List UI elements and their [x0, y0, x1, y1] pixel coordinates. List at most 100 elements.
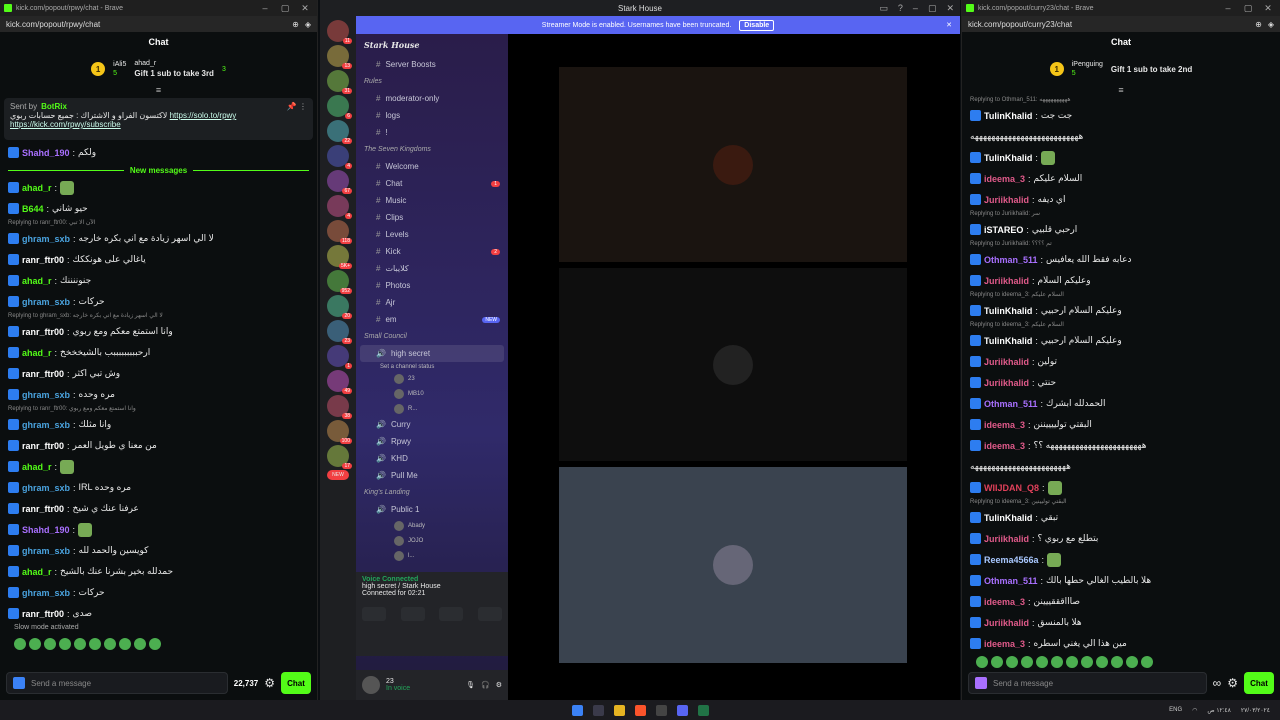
channel-item[interactable]: # em NEW [356, 311, 508, 328]
emote-icon[interactable] [74, 638, 86, 650]
server-icon[interactable]: 5K+ [327, 245, 352, 269]
close-icon[interactable]: ✕ [1260, 3, 1276, 14]
server-icon[interactable]: 1 [327, 345, 352, 369]
chat-username[interactable]: ranr_ftr00 [22, 369, 64, 379]
emote-icon[interactable] [1021, 656, 1033, 668]
chat-username[interactable]: iSTAREO [984, 225, 1023, 235]
server-icon[interactable]: 23 [327, 320, 352, 344]
clock-date[interactable]: ٢٧/٠٣/٢٠٢٤ [1241, 707, 1270, 714]
close-icon[interactable]: ✕ [297, 3, 313, 14]
server-new-label[interactable]: NEW [327, 470, 349, 480]
gift-prompt[interactable]: Gift 1 sub to take 3rd [134, 69, 214, 78]
left-url[interactable]: kick.com/popout/rpwy/chat [6, 20, 100, 29]
activity-icon[interactable] [439, 607, 464, 621]
emote-icon[interactable] [29, 638, 41, 650]
emote-icon[interactable] [1081, 656, 1093, 668]
emote-icon[interactable] [134, 638, 146, 650]
gear-icon[interactable]: ⚙ [264, 676, 275, 690]
channel-item[interactable]: # Server Boosts [356, 56, 508, 73]
server-icon[interactable]: 4 [327, 145, 352, 169]
chat-username[interactable]: ideema_3 [984, 174, 1025, 184]
gifter-name[interactable]: iPenguing [1072, 61, 1103, 68]
right-chat-button[interactable]: Chat [1244, 672, 1274, 694]
maximize-icon[interactable]: ▢ [928, 0, 937, 16]
chat-username[interactable]: ghram_sxb [22, 483, 70, 493]
disable-button[interactable]: Disable [739, 19, 775, 31]
emote-icon[interactable] [104, 638, 116, 650]
voice-user[interactable]: MB10 [356, 386, 508, 401]
voice-user[interactable]: JOJO [356, 533, 508, 548]
gear-icon[interactable]: ⚙ [1227, 676, 1238, 690]
screen-share-icon[interactable] [400, 607, 425, 621]
chat-username[interactable]: ahad_r [22, 348, 52, 358]
right-message-input[interactable]: Send a message [968, 672, 1207, 694]
emote-icon[interactable] [119, 638, 131, 650]
gifter-name[interactable]: ahad_r [134, 60, 214, 67]
language-indicator[interactable]: ENG [1169, 707, 1182, 714]
chat-username[interactable]: ideema_3 [984, 441, 1025, 451]
server-icon[interactable]: 100 [327, 420, 352, 444]
emote-icon[interactable] [1066, 656, 1078, 668]
chat-username[interactable]: TulinKhalid [984, 111, 1032, 121]
chat-username[interactable]: Othman_511 [984, 576, 1038, 586]
channel-item[interactable]: # logs [356, 107, 508, 124]
chat-username[interactable]: B644 [22, 204, 44, 214]
chat-username[interactable]: TulinKhalid [984, 153, 1032, 163]
emote-icon[interactable] [1141, 656, 1153, 668]
zoom-icon[interactable]: ⊕ [1255, 20, 1262, 29]
voice-user[interactable]: Abady [356, 518, 508, 533]
pin-link[interactable]: https://kick.com/rpwy/subscribe [10, 120, 307, 129]
help-icon[interactable]: ? [898, 0, 903, 16]
chevron-down-icon[interactable]: ≡ [0, 86, 317, 96]
channel-item[interactable]: # Chat 1 [356, 175, 508, 192]
emote-icon[interactable] [1111, 656, 1123, 668]
chat-username[interactable]: Reema4566a [984, 555, 1039, 565]
chat-username[interactable]: Juriikhalid [984, 357, 1029, 367]
channel-item[interactable]: # Kick 2 [356, 243, 508, 260]
chat-username[interactable]: ghram_sxb [22, 390, 70, 400]
emote-icon[interactable] [991, 656, 1003, 668]
zoom-icon[interactable]: ⊕ [292, 20, 299, 29]
channel-item[interactable]: #! [356, 124, 508, 141]
channel-item[interactable]: # Clips [356, 209, 508, 226]
chat-username[interactable]: WIIJDAN_Q8 [984, 483, 1039, 493]
voice-user[interactable]: R... [356, 401, 508, 416]
chat-username[interactable]: TulinKhalid [984, 306, 1032, 316]
server-icon[interactable]: 6 [327, 95, 352, 119]
channel-item[interactable]: # Levels [356, 226, 508, 243]
folder-icon[interactable] [613, 704, 625, 716]
voice-user[interactable]: l... [356, 548, 508, 563]
voice-channel[interactable]: 🔊 Pull Me [356, 467, 508, 484]
chat-username[interactable]: ideema_3 [984, 639, 1025, 649]
app-icon[interactable] [697, 704, 709, 716]
brave-icon[interactable] [634, 704, 646, 716]
category-header[interactable]: The Seven Kingdoms [356, 141, 508, 158]
category-kings-landing[interactable]: King's Landing [356, 484, 508, 501]
right-url[interactable]: kick.com/popout/curry23/chat [968, 20, 1072, 29]
left-address-bar[interactable]: kick.com/popout/rpwy/chat ⊕ ◈ [0, 16, 317, 32]
server-icon[interactable]: 17 [327, 445, 352, 469]
chat-username[interactable]: Juriikhalid [984, 534, 1029, 544]
chat-username[interactable]: ahad_r [22, 183, 52, 193]
left-chat-button[interactable]: Chat [281, 672, 311, 694]
discord-icon[interactable] [676, 704, 688, 716]
close-icon[interactable]: ✕ [946, 0, 954, 16]
gifter-name[interactable]: iAli5 [113, 61, 126, 68]
right-address-bar[interactable]: kick.com/popout/curry23/chat ⊕ ◈ [962, 16, 1280, 32]
channel-points[interactable]: 22,737 [234, 679, 258, 688]
soundboard-icon[interactable] [477, 607, 502, 621]
chrome-icon[interactable] [655, 704, 667, 716]
chat-username[interactable]: ahad_r [22, 462, 52, 472]
chat-username[interactable]: ranr_ftr00 [22, 504, 64, 514]
emote-icon[interactable] [149, 638, 161, 650]
channel-item[interactable]: # moderator-only [356, 90, 508, 107]
chat-username[interactable]: Juriikhalid [984, 276, 1029, 286]
server-icon[interactable]: 4 [327, 195, 352, 219]
chevron-down-icon[interactable]: ≡ [962, 86, 1280, 96]
channel-points-icon[interactable]: ∞ [1213, 676, 1222, 690]
brave-shield-icon[interactable]: ◈ [305, 20, 311, 29]
emote-icon[interactable] [59, 638, 71, 650]
chat-username[interactable]: Juriikhalid [984, 378, 1029, 388]
minimize-icon[interactable]: – [1220, 3, 1236, 13]
clock-time[interactable]: ١٢:٤٨ ص [1207, 707, 1230, 714]
